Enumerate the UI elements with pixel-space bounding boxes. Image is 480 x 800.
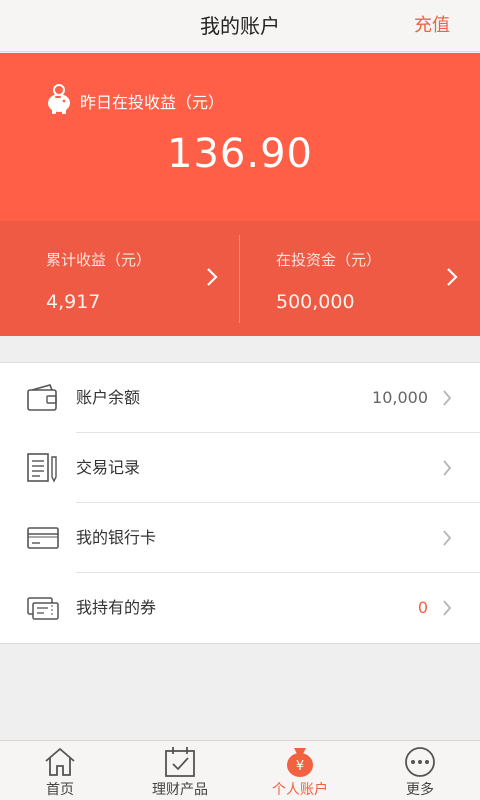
svg-text:¥: ¥: [296, 759, 304, 774]
page-title: 我的账户: [200, 14, 280, 38]
tab-label: 更多: [406, 782, 434, 798]
yesterday-earnings-amount: 136.90: [167, 131, 313, 177]
top-bar: 我的账户 充值: [0, 0, 480, 52]
account-menu-list: 账户余额 10,000 交易记录 我的银行卡 我持有的券 0: [0, 362, 480, 644]
yesterday-earnings-label-row: 昨日在投收益（元）: [44, 83, 224, 119]
investing-capital-value: 500,000: [276, 291, 355, 313]
recharge-button[interactable]: 充值: [414, 0, 450, 52]
piggy-bank-icon: [44, 83, 80, 119]
yesterday-earnings-label: 昨日在投收益（元）: [80, 93, 225, 112]
menu-item-label: 账户余额: [76, 388, 141, 407]
chevron-right-icon: [206, 267, 218, 291]
bottom-tab-bar: 首页 理财产品 ¥ 个人账户 更多: [0, 740, 480, 800]
tab-products[interactable]: 理财产品: [120, 741, 240, 800]
investing-capital-stat[interactable]: 在投资金（元） 500,000: [240, 221, 480, 336]
menu-item-coupons[interactable]: 我持有的券 0: [0, 573, 480, 643]
coupon-count: 0: [417, 598, 428, 617]
wallet-icon: [26, 383, 60, 413]
bank-card-icon: [26, 523, 60, 553]
chevron-right-icon: [446, 267, 458, 291]
money-bag-icon: ¥: [283, 746, 317, 782]
menu-item-label: 我的银行卡: [76, 528, 157, 547]
more-dots-icon: [403, 746, 437, 782]
chevron-right-icon: [442, 390, 452, 410]
tab-more[interactable]: 更多: [360, 741, 480, 800]
earnings-summary-card: 昨日在投收益（元） 136.90: [0, 53, 480, 221]
balance-value: 10,000: [372, 388, 428, 407]
menu-item-label: 我持有的券: [76, 598, 157, 617]
tab-label: 理财产品: [152, 782, 208, 798]
calendar-check-icon: [163, 746, 197, 782]
total-earnings-label: 累计收益（元）: [46, 251, 152, 269]
total-earnings-value: 4,917: [46, 291, 101, 313]
chevron-right-icon: [442, 530, 452, 550]
document-pen-icon: [26, 453, 60, 483]
investing-capital-label: 在投资金（元）: [276, 251, 382, 269]
tab-home[interactable]: 首页: [0, 741, 120, 800]
total-earnings-stat[interactable]: 累计收益（元） 4,917: [0, 221, 240, 336]
menu-item-bank-cards[interactable]: 我的银行卡: [0, 503, 480, 573]
tab-label: 首页: [46, 782, 74, 798]
coupon-icon: [26, 593, 60, 623]
menu-item-label: 交易记录: [76, 458, 141, 477]
tab-label: 个人账户: [272, 782, 328, 798]
menu-item-balance[interactable]: 账户余额 10,000: [0, 363, 480, 433]
chevron-right-icon: [442, 600, 452, 620]
chevron-right-icon: [442, 460, 452, 480]
tab-account[interactable]: ¥ 个人账户: [240, 741, 360, 800]
earnings-stats: 累计收益（元） 4,917 在投资金（元） 500,000: [0, 221, 480, 336]
menu-item-transactions[interactable]: 交易记录: [0, 433, 480, 503]
home-icon: [43, 746, 77, 782]
